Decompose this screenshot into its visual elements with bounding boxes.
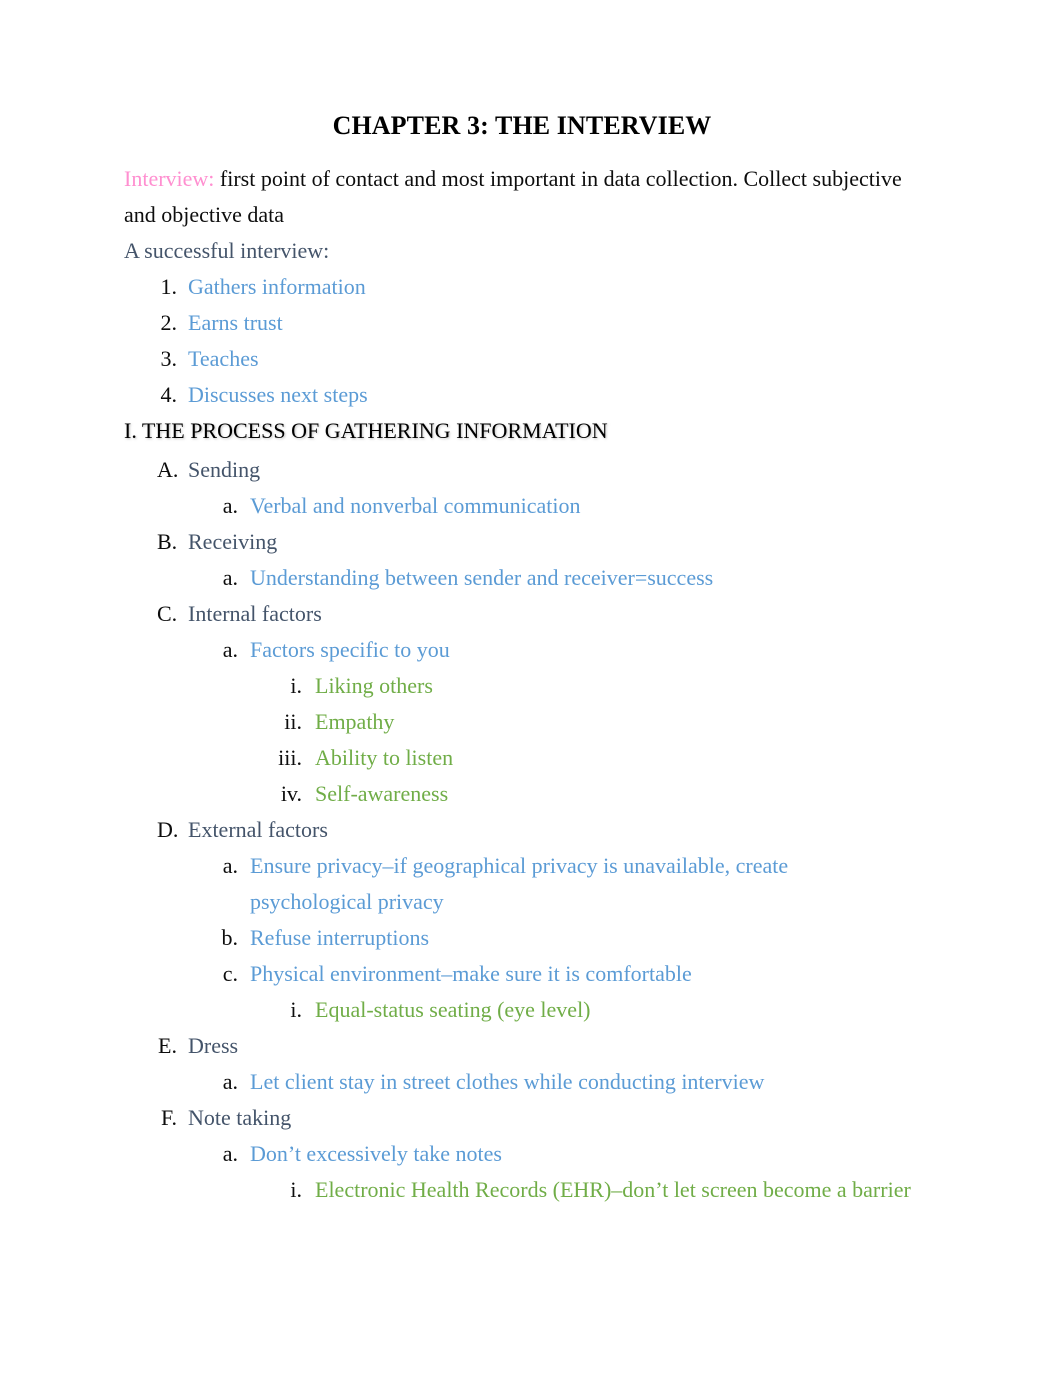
list-marker: 2. bbox=[160, 309, 178, 335]
lead-body: first point of contact and most importan… bbox=[124, 165, 902, 227]
list-item-label: Teaches bbox=[188, 345, 259, 371]
outline-marker: i. bbox=[290, 996, 302, 1022]
outline-item-label: Receiving bbox=[188, 528, 278, 554]
outline-marker: i. bbox=[290, 672, 302, 698]
outline-marker: D. bbox=[157, 816, 179, 842]
outline-marker: a. bbox=[222, 564, 238, 590]
outline-item-label: Liking others bbox=[315, 672, 433, 698]
list-item: 1. Gathers information bbox=[124, 269, 920, 305]
outline-list: A. Sending a. Verbal and nonverbal commu… bbox=[124, 452, 920, 1208]
lead-paragraph: Interview: first point of contact and mo… bbox=[124, 161, 920, 233]
outline-marker: iv. bbox=[280, 780, 302, 806]
outline-marker: A. bbox=[157, 456, 179, 482]
outline-item-label: Understanding between sender and receive… bbox=[250, 564, 714, 590]
outline-marker: a. bbox=[222, 636, 238, 662]
outline-item-street-clothes: a. Let client stay in street clothes whi… bbox=[124, 1064, 920, 1100]
outline-marker: a. bbox=[222, 852, 238, 878]
outline-marker: E. bbox=[158, 1032, 177, 1058]
outline-item-label: Refuse interruptions bbox=[250, 924, 430, 950]
success-list: 1. Gathers information 2. Earns trust 3.… bbox=[124, 269, 920, 413]
outline-marker: b. bbox=[221, 924, 239, 950]
outline-item-label: Physical environment–make sure it is com… bbox=[250, 960, 692, 986]
outline-marker: a. bbox=[222, 492, 238, 518]
outline-item-label: Factors specific to you bbox=[250, 636, 450, 662]
outline-item-refuse-interruptions: b. Refuse interruptions bbox=[124, 920, 920, 956]
outline-item-label: Note taking bbox=[188, 1104, 292, 1130]
outline-marker: i. bbox=[290, 1176, 302, 1202]
outline-item-d-external-factors: D. External factors bbox=[124, 812, 920, 848]
outline-item-label: Electronic Health Records (EHR)–don’t le… bbox=[315, 1176, 911, 1202]
outline-item-label: Self-awareness bbox=[315, 780, 449, 806]
outline-item-factors-specific: a. Factors specific to you bbox=[124, 632, 920, 668]
outline-item-understanding: a. Understanding between sender and rece… bbox=[124, 560, 920, 596]
outline-item-label: Let client stay in street clothes while … bbox=[250, 1068, 765, 1094]
outline-item-ability-to-listen: iii. Ability to listen bbox=[124, 740, 920, 776]
outline-item-ensure-privacy: a. Ensure privacy–if geographical privac… bbox=[124, 848, 920, 920]
lead-term: Interview: bbox=[124, 165, 215, 191]
outline-item-a-sending: A. Sending bbox=[124, 452, 920, 488]
outline-item-label: Sending bbox=[188, 456, 261, 482]
outline-item-ehr: i. Electronic Health Records (EHR)–don’t… bbox=[124, 1172, 920, 1208]
outline-item-label: Empathy bbox=[315, 708, 395, 734]
document-page: CHAPTER 3: THE INTERVIEW Interview: firs… bbox=[0, 0, 1062, 1377]
outline-marker: iii. bbox=[278, 744, 302, 770]
outline-marker: a. bbox=[222, 1140, 238, 1166]
outline-item-empathy: ii. Empathy bbox=[124, 704, 920, 740]
outline-item-e-dress: E. Dress bbox=[124, 1028, 920, 1064]
outline-marker: B. bbox=[157, 528, 178, 554]
outline-item-label: Ability to listen bbox=[315, 744, 454, 770]
outline-item-label: Internal factors bbox=[188, 600, 322, 626]
outline-item-physical-environment: c. Physical environment–make sure it is … bbox=[124, 956, 920, 992]
outline-item-dont-excessively-take-notes: a. Don’t excessively take notes bbox=[124, 1136, 920, 1172]
outline-marker: F. bbox=[161, 1104, 177, 1130]
list-marker: 3. bbox=[160, 345, 178, 371]
outline-item-c-internal-factors: C. Internal factors bbox=[124, 596, 920, 632]
outline-item-label: External factors bbox=[188, 816, 328, 842]
page-title: CHAPTER 3: THE INTERVIEW bbox=[332, 111, 712, 140]
outline-item-label: Equal-status seating (eye level) bbox=[315, 996, 591, 1022]
outline-item-label: Ensure privacy–if geographical privacy i… bbox=[250, 852, 789, 914]
outline-item-self-awareness: iv. Self-awareness bbox=[124, 776, 920, 812]
outline-item-f-note-taking: F. Note taking bbox=[124, 1100, 920, 1136]
list-marker: 4. bbox=[160, 381, 178, 407]
outline-marker: ii. bbox=[284, 708, 302, 734]
outline-item-label: Verbal and nonverbal communication bbox=[250, 492, 581, 518]
outline-item-b-receiving: B. Receiving bbox=[124, 524, 920, 560]
outline-item-verbal-communication: a. Verbal and nonverbal communication bbox=[124, 488, 920, 524]
section-heading-wrap: I. THE PROCESS OF GATHERING INFORMATION bbox=[124, 413, 920, 452]
intro-line: A successful interview: bbox=[124, 237, 330, 263]
outline-item-label: Dress bbox=[188, 1032, 239, 1058]
list-item-label: Earns trust bbox=[188, 309, 283, 335]
section-heading: I. THE PROCESS OF GATHERING INFORMATION bbox=[124, 417, 608, 443]
outline-marker: C. bbox=[157, 600, 178, 626]
list-item-label: Discusses next steps bbox=[188, 381, 368, 407]
outline-marker: a. bbox=[222, 1068, 238, 1094]
list-item: 3. Teaches bbox=[124, 341, 920, 377]
list-item: 2. Earns trust bbox=[124, 305, 920, 341]
list-marker: 1. bbox=[160, 273, 178, 299]
outline-marker: c. bbox=[222, 960, 238, 986]
list-item: 4. Discusses next steps bbox=[124, 377, 920, 413]
list-item-label: Gathers information bbox=[188, 273, 366, 299]
outline-item-equal-status-seating: i. Equal-status seating (eye level) bbox=[124, 992, 920, 1028]
outline-item-liking-others: i. Liking others bbox=[124, 668, 920, 704]
outline-item-label: Don’t excessively take notes bbox=[250, 1140, 502, 1166]
